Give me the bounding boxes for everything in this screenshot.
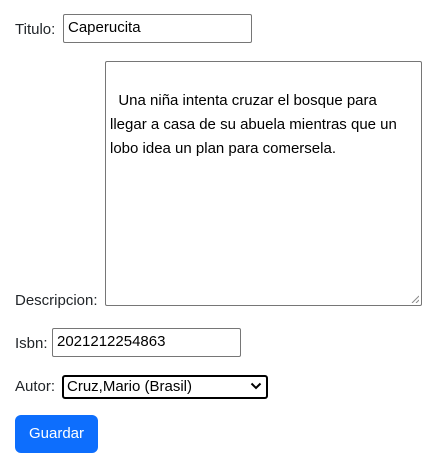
descripcion-textarea[interactable]: Una niña intenta cruzar el bosque para l… xyxy=(105,61,422,306)
autor-select[interactable]: Cruz,Mario (Brasil) xyxy=(62,375,268,399)
autor-label: Autor: xyxy=(15,378,56,395)
autor-selected-value: Cruz,Mario (Brasil) xyxy=(67,378,193,395)
isbn-input[interactable]: 2021212254863 xyxy=(52,328,241,357)
titulo-label: Titulo: xyxy=(15,21,56,38)
guardar-button[interactable]: Guardar xyxy=(15,415,98,453)
resize-grip-icon[interactable] xyxy=(411,295,419,303)
descripcion-label: Descripcion: xyxy=(15,292,98,309)
descripcion-text: Una niña intenta cruzar el bosque para l… xyxy=(110,92,402,157)
chevron-down-icon xyxy=(250,382,262,390)
titulo-input[interactable]: Caperucita xyxy=(63,14,252,43)
isbn-label: Isbn: xyxy=(15,335,48,352)
